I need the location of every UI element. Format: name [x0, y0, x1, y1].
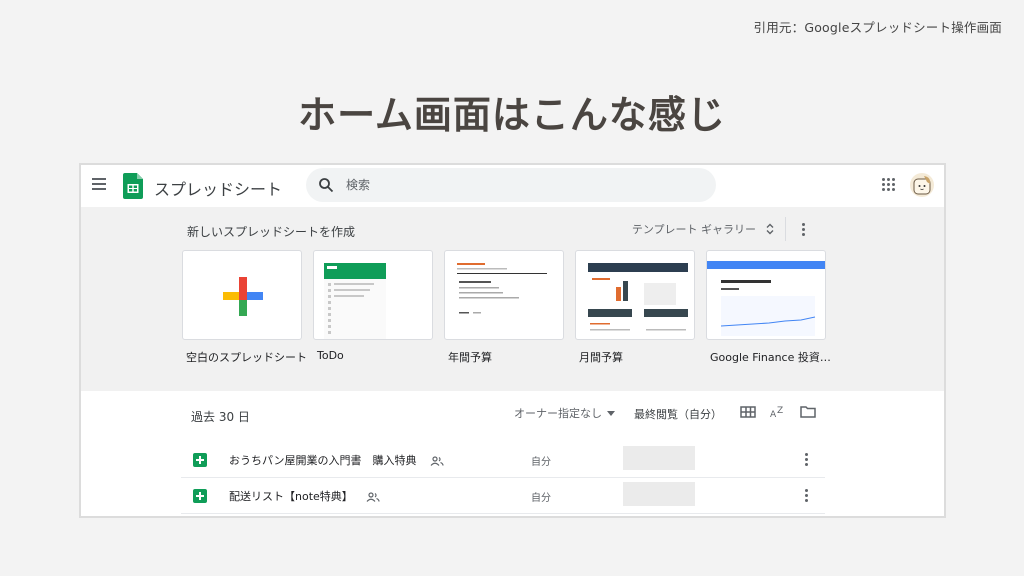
template-card-annual-budget[interactable]: 年間予算	[444, 250, 564, 365]
more-options-icon[interactable]	[801, 487, 811, 505]
template-card-label: 年間予算	[448, 351, 492, 364]
sheets-logo-icon[interactable]	[123, 173, 143, 199]
template-card-label: Google Finance 投資…	[710, 351, 831, 364]
file-name: おうちパン屋開業の入門書 購入特典	[229, 452, 444, 468]
template-card-google-finance[interactable]: Google Finance 投資…	[706, 250, 831, 365]
file-name-text: おうちパン屋開業の入門書 購入特典	[229, 454, 417, 467]
shared-people-icon	[366, 492, 380, 502]
redacted-date	[623, 482, 695, 506]
template-card-monthly-budget[interactable]: 月間予算	[575, 250, 695, 365]
unfold-icon	[766, 223, 774, 235]
top-bar: スプレッドシート	[81, 165, 944, 207]
search-icon[interactable]	[318, 177, 334, 193]
google-apps-icon[interactable]	[882, 178, 896, 192]
owner-filter-dropdown[interactable]: オーナー指定なし	[514, 405, 615, 421]
monthly-budget-thumbnail	[575, 250, 695, 340]
google-plus-icon	[223, 277, 263, 316]
more-options-icon[interactable]	[801, 451, 811, 469]
annual-budget-thumbnail	[444, 250, 564, 340]
sheets-file-icon	[193, 453, 207, 467]
template-card-label: 月間予算	[579, 351, 623, 364]
folder-icon[interactable]	[800, 404, 816, 420]
file-owner: 自分	[531, 493, 551, 504]
hamburger-menu-icon[interactable]	[92, 178, 106, 190]
shared-people-icon	[430, 456, 444, 466]
new-spreadsheet-heading: 新しいスプレッドシートを作成	[187, 225, 356, 239]
sort-az-icon[interactable]: A Z	[770, 404, 786, 420]
recent-files-heading: 過去 30 日	[191, 410, 250, 424]
sort-last-opened[interactable]: 最終閲覧（自分）	[634, 406, 722, 422]
app-title[interactable]: スプレッドシート	[154, 176, 282, 200]
file-row[interactable]: おうちパン屋開業の入門書 購入特典 自分	[181, 442, 825, 478]
template-gallery-panel: 新しいスプレッドシートを作成 テンプレート ギャラリー 空白のスプレッドシート …	[81, 207, 944, 391]
google-finance-thumbnail	[706, 250, 826, 340]
file-owner: 自分	[531, 457, 551, 468]
template-gallery-label: テンプレート ギャラリー	[631, 223, 756, 236]
redacted-date	[623, 446, 695, 470]
account-avatar[interactable]	[910, 173, 934, 197]
template-card-label: 空白のスプレッドシート	[186, 351, 307, 364]
sheets-file-icon	[193, 489, 207, 503]
search-input[interactable]	[346, 176, 686, 194]
file-name-text: 配送リスト【note特典】	[229, 490, 353, 503]
todo-template-thumbnail	[313, 250, 433, 340]
sheets-home-screenshot: スプレッドシート 新しいスプレッドシートを作成 テン	[79, 163, 946, 518]
divider	[785, 217, 786, 241]
dropdown-arrow-icon	[607, 410, 615, 416]
file-row[interactable]: 配送リスト【note特典】 自分	[181, 478, 825, 514]
template-gallery-button[interactable]: テンプレート ギャラリー	[632, 221, 774, 237]
template-more-options-icon[interactable]	[798, 221, 808, 237]
owner-filter-label: オーナー指定なし	[514, 407, 602, 420]
list-view-icon[interactable]	[740, 404, 756, 420]
slide-headline: ホーム画面はこんな感じ	[298, 93, 726, 137]
svg-text:A: A	[770, 410, 777, 420]
source-credit: 引用元：Googleスプレッドシート操作画面	[753, 20, 1002, 35]
file-name: 配送リスト【note特典】	[229, 488, 380, 504]
template-card-todo[interactable]: ToDo	[313, 250, 433, 362]
svg-text:Z: Z	[777, 406, 783, 416]
blank-template-thumbnail	[182, 250, 302, 340]
template-card-label: ToDo	[317, 349, 344, 362]
template-card-blank[interactable]: 空白のスプレッドシート	[182, 250, 307, 365]
search-box[interactable]	[306, 168, 716, 202]
